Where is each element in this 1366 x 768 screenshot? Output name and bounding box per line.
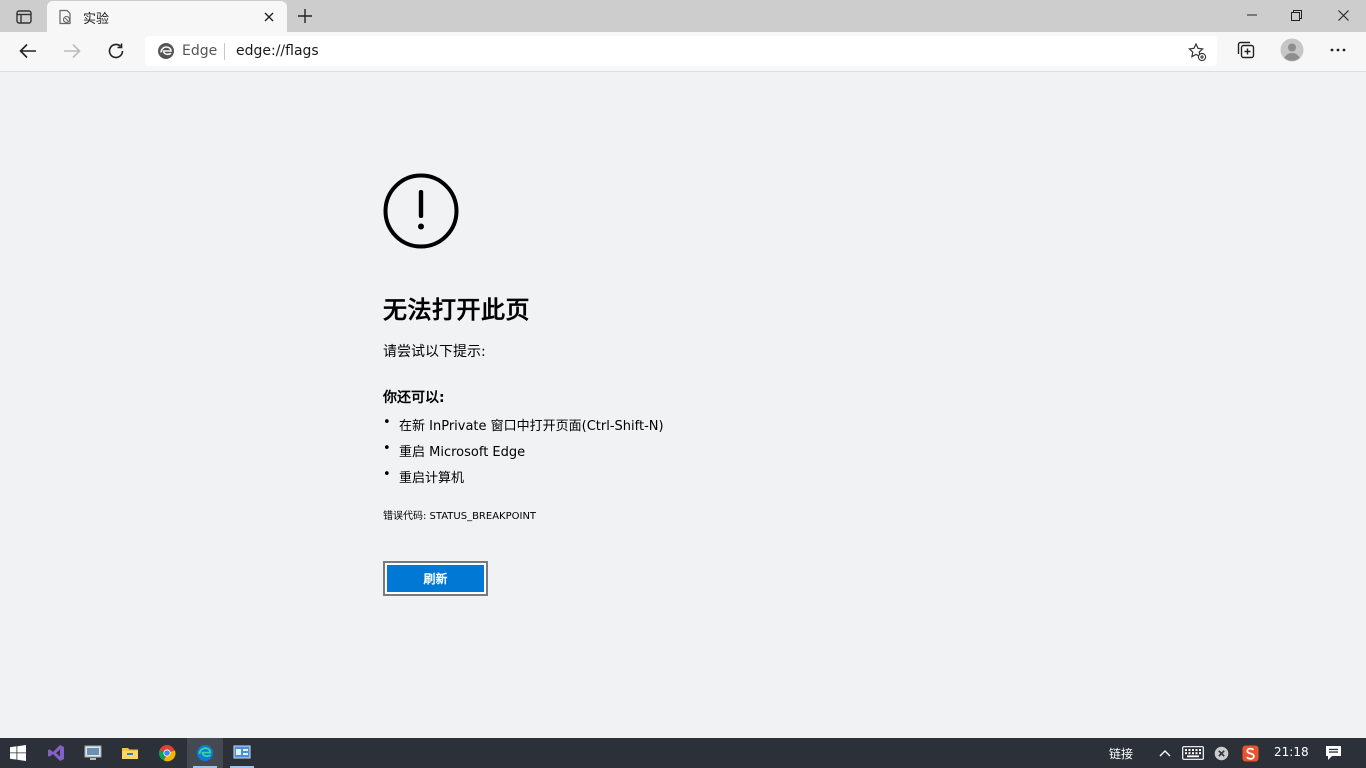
restore-icon[interactable]: [1274, 0, 1318, 30]
page-broken-icon: [57, 9, 73, 25]
tab-actions-icon[interactable]: [8, 6, 40, 28]
edge-logo-icon: [157, 42, 175, 60]
chrome-icon[interactable]: [149, 738, 185, 768]
visual-studio-icon[interactable]: [38, 738, 74, 768]
start-icon[interactable]: [0, 738, 36, 768]
refresh-button[interactable]: 刷新: [387, 565, 484, 592]
bullet: •: [383, 415, 391, 430]
keyboard-icon[interactable]: [1181, 744, 1205, 762]
clock[interactable]: 21:18: [1274, 745, 1309, 759]
refresh-icon[interactable]: [102, 37, 130, 65]
suggest-heading: 请尝试以下提示:: [383, 344, 486, 360]
network-disconnected-icon[interactable]: [1212, 745, 1230, 761]
collections-icon[interactable]: [1234, 38, 1258, 62]
taskbar: 链接 21:18: [0, 738, 1366, 768]
add-favorite-icon[interactable]: [1187, 42, 1207, 62]
edge-icon[interactable]: [187, 738, 223, 768]
tip-text: 在新 InPrivate 窗口中打开页面(Ctrl-Shift-N): [399, 419, 664, 434]
browser-toolbar: Edge: [0, 32, 1366, 72]
sogou-input-icon[interactable]: [1240, 744, 1260, 762]
address-bar[interactable]: Edge: [145, 36, 1217, 66]
url-input[interactable]: [236, 42, 1136, 60]
show-hidden-icons-chevron-icon[interactable]: [1157, 745, 1173, 761]
forward-arrow-icon[interactable]: [58, 37, 86, 65]
close-window-icon[interactable]: [1320, 0, 1366, 30]
minimize-icon[interactable]: [1230, 0, 1274, 30]
error-code: 错误代码: STATUS_BREAKPOINT: [383, 511, 537, 522]
control-panel-icon[interactable]: [224, 738, 260, 768]
tab-strip: 实验: [0, 0, 1366, 32]
tip-text: 重启 Microsoft Edge: [399, 445, 526, 460]
tip-text: 重启计算机: [399, 471, 465, 486]
close-tab-icon[interactable]: [259, 7, 279, 27]
bullet: •: [383, 467, 391, 482]
profile-avatar-icon[interactable]: [1279, 37, 1305, 63]
tab-flags[interactable]: 实验: [47, 1, 287, 32]
bullet: •: [383, 441, 391, 456]
remote-desktop-icon[interactable]: [75, 738, 111, 768]
back-arrow-icon[interactable]: [14, 37, 42, 65]
links-toolbar-label[interactable]: 链接: [1109, 745, 1133, 762]
divider: [224, 43, 225, 60]
also-heading: 你还可以:: [383, 390, 445, 406]
file-explorer-icon[interactable]: [112, 738, 148, 768]
notifications-icon[interactable]: [1322, 744, 1344, 762]
refresh-button-focus-ring: 刷新: [383, 561, 488, 596]
tab-title: 实验: [83, 12, 110, 27]
warning-icon: [383, 173, 459, 249]
site-identity-label[interactable]: Edge: [182, 43, 217, 59]
more-options-icon[interactable]: [1325, 38, 1351, 62]
new-tab-icon[interactable]: [294, 5, 316, 27]
error-title: 无法打开此页: [383, 296, 530, 324]
